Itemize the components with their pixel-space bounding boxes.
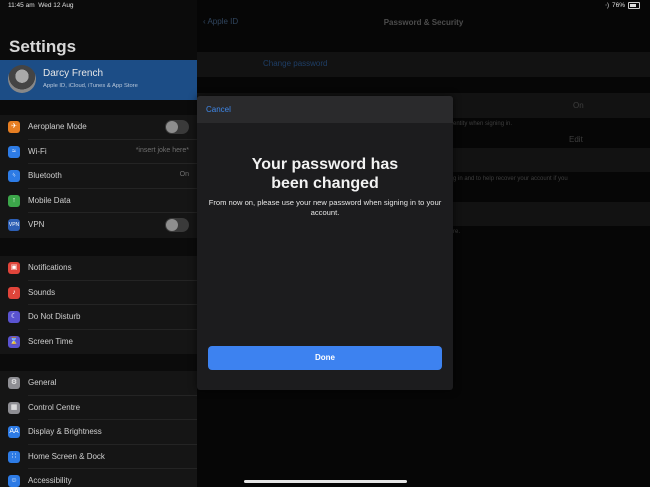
sidebar-item-do-not-disturb[interactable]: ☾ Do Not Disturb <box>0 305 197 330</box>
status-bar: 11:45 am Wed 12 Aug ⋅) 76% <box>0 0 650 12</box>
password-changed-dialog: Cancel Your password has been changed Fr… <box>197 96 453 390</box>
sidebar-item-notifications[interactable]: ▣ Notifications <box>0 256 197 281</box>
recover-note: g in and to help recover your account if… <box>453 176 568 182</box>
sidebar-item-screen-time[interactable]: ⌛ Screen Time <box>0 330 197 355</box>
sidebar-item-label: Mobile Data <box>28 195 71 205</box>
sidebar-item-accessibility[interactable]: ☺ Accessibility <box>0 469 197 487</box>
sidebar-item-label: Notifications <box>28 263 72 272</box>
sidebar-item-label: Home Screen & Dock <box>28 451 105 461</box>
sidebar-item-bluetooth[interactable]: ᛃ Bluetooth On <box>0 164 197 189</box>
sidebar-item-label: Screen Time <box>28 336 73 346</box>
dialog-header: Cancel <box>197 96 453 123</box>
change-password-link[interactable]: Change password <box>263 59 327 68</box>
misc-note: re. <box>453 229 461 235</box>
status-right: ⋅) 76% <box>605 2 640 9</box>
identity-note: entity when signing in. <box>453 121 513 127</box>
text-size-icon: AA <box>8 426 20 439</box>
vpn-icon: VPN <box>8 219 20 232</box>
settings-sidebar: Settings Darcy French Apple ID, iCloud, … <box>0 0 197 487</box>
sidebar-item-vpn[interactable]: VPN VPN <box>0 213 197 238</box>
sidebar-item-label: Bluetooth <box>28 171 62 181</box>
grid-icon: ∷ <box>8 450 20 463</box>
profile-name: Darcy French <box>43 68 104 79</box>
sidebar-item-label: VPN <box>28 220 45 230</box>
battery-icon <box>628 2 640 9</box>
sidebar-item-mobile-data[interactable]: ↑ Mobile Data <box>0 189 197 214</box>
dialog-title: Your password has been changed <box>251 156 399 192</box>
sidebar-item-label: Sounds <box>28 287 56 297</box>
page-title: Password & Security <box>383 18 464 27</box>
bluetooth-value: On <box>179 171 189 179</box>
aeroplane-mode-toggle[interactable] <box>165 120 189 134</box>
home-indicator[interactable] <box>244 480 407 483</box>
avatar <box>8 65 36 93</box>
profile-subtitle: Apple ID, iCloud, iTunes & App Store <box>43 83 138 89</box>
cancel-button[interactable]: Cancel <box>206 105 231 114</box>
sidebar-item-label: Wi-Fi <box>28 146 47 156</box>
dialog-message: From now on, please use your new passwor… <box>208 198 442 217</box>
sidebar-item-label: General <box>28 378 57 387</box>
sidebar-item-label: Aeroplane Mode <box>28 122 87 131</box>
wifi-status-icon: ⋅) <box>605 3 609 9</box>
status-time: 11:45 am Wed 12 Aug <box>8 2 74 9</box>
two-factor-value: On <box>573 101 584 110</box>
notifications-icon: ▣ <box>8 262 20 274</box>
sidebar-item-wifi[interactable]: ≈ Wi-Fi *insert joke here* <box>0 140 197 165</box>
edit-button[interactable]: Edit <box>569 135 583 144</box>
gear-icon: ⚙ <box>8 377 20 389</box>
sidebar-title: Settings <box>9 37 77 56</box>
sidebar-item-home-screen-dock[interactable]: ∷ Home Screen & Dock <box>0 445 197 470</box>
airplane-icon: ✈ <box>8 121 20 133</box>
battery-percent: 76% <box>611 2 625 9</box>
antenna-icon: ↑ <box>8 194 20 207</box>
accessibility-icon: ☺ <box>8 475 20 487</box>
sidebar-item-aeroplane-mode[interactable]: ✈ Aeroplane Mode <box>0 115 197 140</box>
sidebar-item-general[interactable]: ⚙ General <box>0 371 197 396</box>
connectivity-group: ✈ Aeroplane Mode ≈ Wi-Fi *insert joke he… <box>0 115 197 238</box>
sidebar-item-control-centre[interactable]: ▦ Control Centre <box>0 396 197 421</box>
bluetooth-icon: ᛃ <box>8 170 20 183</box>
sidebar-item-label: Accessibility <box>28 476 72 486</box>
done-button[interactable]: Done <box>208 346 442 370</box>
switches-icon: ▦ <box>8 401 20 414</box>
speaker-icon: ♪ <box>8 286 20 299</box>
general-group: ⚙ General ▦ Control Centre AA Display & … <box>0 371 197 487</box>
notifications-group: ▣ Notifications ♪ Sounds ☾ Do Not Distur… <box>0 256 197 355</box>
apple-id-profile-row[interactable]: Darcy French Apple ID, iCloud, iTunes & … <box>0 60 197 100</box>
vpn-toggle[interactable] <box>165 218 189 233</box>
wifi-icon: ≈ <box>8 145 20 158</box>
sidebar-item-display-brightness[interactable]: AA Display & Brightness <box>0 420 197 445</box>
sidebar-item-sounds[interactable]: ♪ Sounds <box>0 281 197 306</box>
wifi-network-value: *insert joke here* <box>135 146 189 154</box>
sidebar-item-label: Control Centre <box>28 402 81 412</box>
hourglass-icon: ⌛ <box>8 335 20 348</box>
sidebar-item-label: Display & Brightness <box>28 427 102 437</box>
moon-icon: ☾ <box>8 311 20 324</box>
sidebar-item-label: Do Not Disturb <box>28 312 81 322</box>
